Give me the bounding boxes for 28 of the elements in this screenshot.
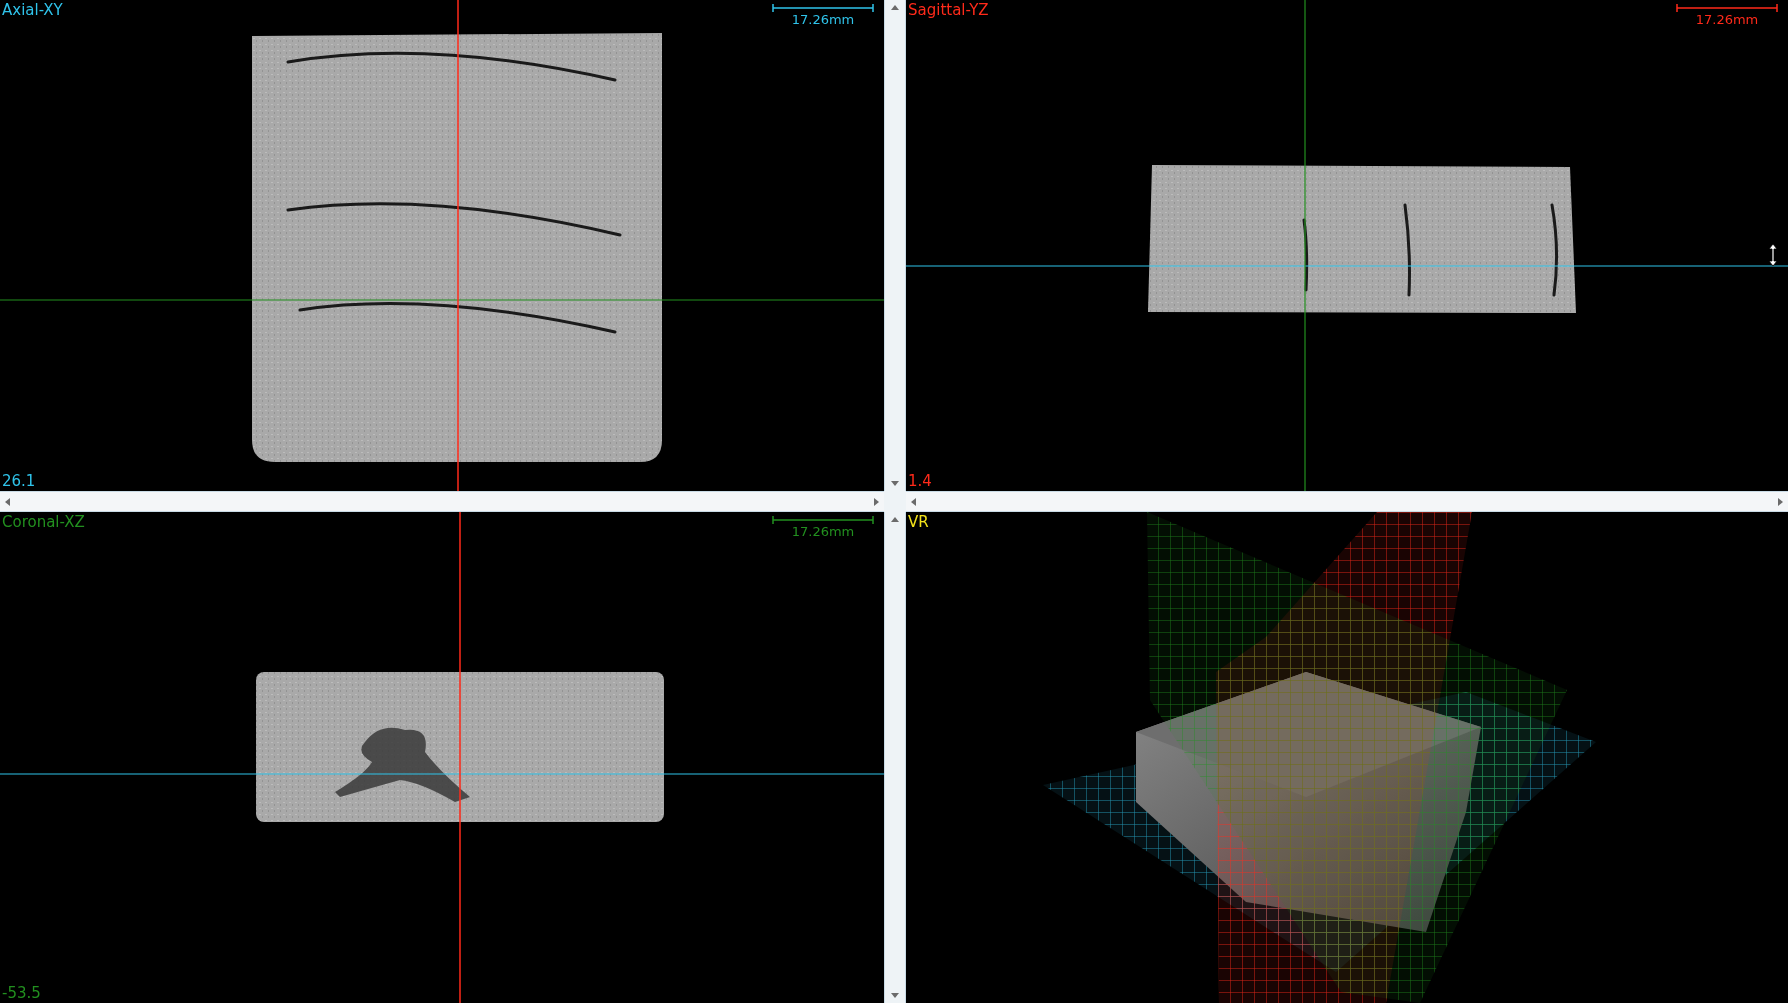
scroll-arrow-icon[interactable] [890, 3, 900, 13]
scroll-arrow-icon[interactable] [890, 990, 900, 1000]
scroll-arrow-icon[interactable] [890, 478, 900, 488]
scroll-arrow-icon[interactable] [3, 496, 13, 507]
viewport-label: VR [908, 513, 929, 531]
volume-render-drawing[interactable] [1043, 512, 1596, 1003]
viewport-label: Axial-XY [2, 1, 63, 19]
scroll-arrow-icon[interactable] [871, 496, 881, 507]
scroll-arrow-icon[interactable] [909, 496, 919, 507]
crosshair-line[interactable] [0, 773, 884, 775]
crosshair-line[interactable] [1304, 0, 1306, 491]
vertical-scrollbar[interactable] [884, 0, 906, 491]
slice-position: 26.1 [2, 472, 36, 490]
slice-position: 1.4 [908, 472, 932, 490]
crosshair-line[interactable] [906, 265, 1788, 267]
scale-label: 17.26mm [1695, 12, 1759, 27]
viewport-label: Coronal-XZ [2, 513, 85, 531]
scale-label: 17.26mm [791, 12, 855, 27]
horizontal-scrollbar[interactable] [0, 491, 884, 512]
vertical-scrollbar[interactable] [884, 512, 906, 1003]
scale-label: 17.26mm [791, 524, 855, 539]
resize-cursor-icon [1768, 243, 1778, 267]
slice-position: -53.5 [2, 984, 41, 1002]
viewport-label: Sagittal-YZ [908, 1, 989, 19]
scroll-arrow-icon[interactable] [1775, 496, 1785, 507]
scroll-arrow-icon[interactable] [890, 515, 900, 525]
horizontal-scrollbar[interactable] [906, 491, 1788, 512]
crosshair-line[interactable] [0, 299, 884, 301]
